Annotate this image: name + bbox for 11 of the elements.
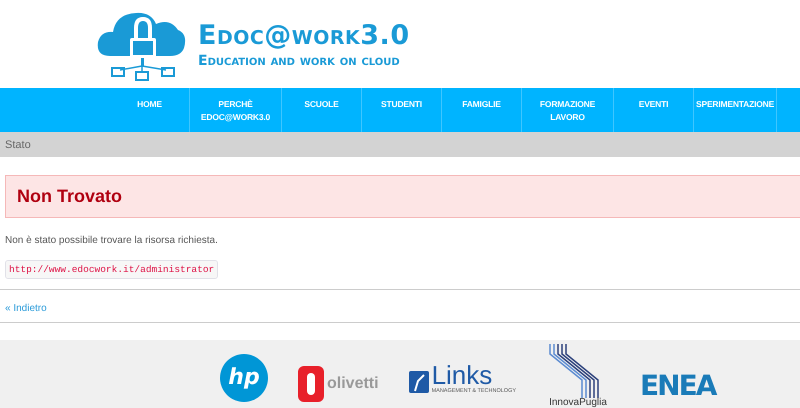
partner-logo: hp [220,354,268,402]
partner-logo: ENEA [640,369,716,402]
breadcrumb-text: Stato [5,138,31,150]
partner-logo: olivetti [298,366,379,402]
requested-url: http://www.edocwork.it/administrator [5,260,218,279]
partner-logo: InnovaPuglia [546,342,610,408]
site-tagline: Education and work on cloud [198,52,401,68]
error-message: Non è stato possibile trovare la risorsa richiesta. [5,235,219,246]
back-link[interactable]: « Indietro [5,303,47,314]
site-title: Edoc@work3.0 [198,20,410,50]
error-title: Non Trovato [17,186,122,207]
